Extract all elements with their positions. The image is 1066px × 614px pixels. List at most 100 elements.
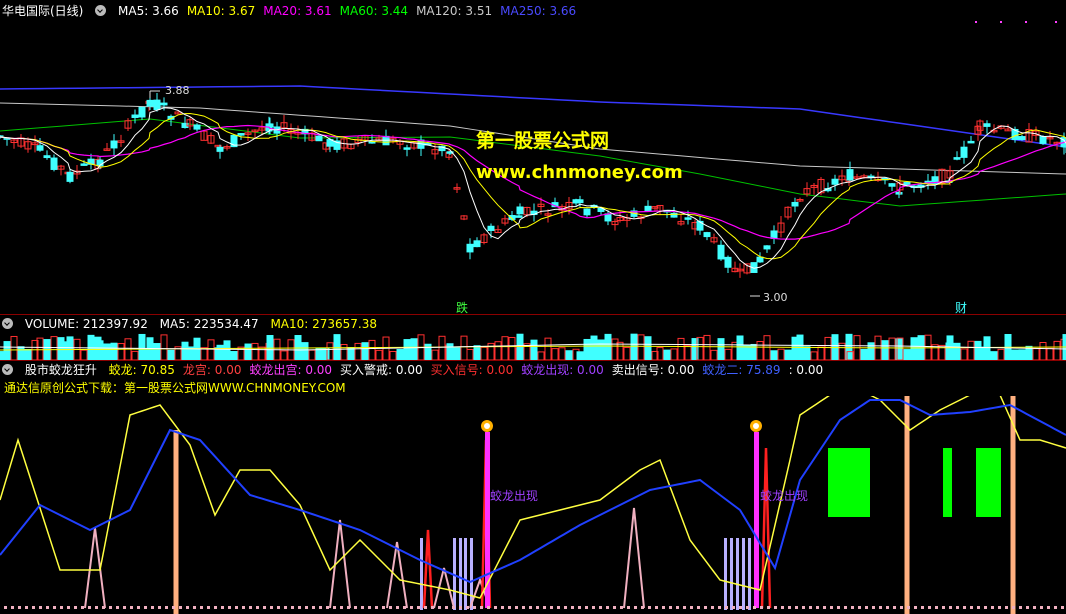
indicator-legend-item: 蛟龙出宫: 0.00 xyxy=(249,363,333,377)
volume-bar xyxy=(990,351,998,360)
candle-body xyxy=(1039,136,1047,144)
candle-body xyxy=(515,215,523,218)
volume-bar xyxy=(258,346,266,360)
volume-bar xyxy=(153,343,161,360)
volume-bar xyxy=(910,337,918,360)
candle-body xyxy=(717,244,725,260)
baseline-dot xyxy=(935,606,938,609)
indicator-chart[interactable] xyxy=(0,396,1066,614)
watermark-url: www.chnmoney.com xyxy=(476,162,683,183)
baseline-dot xyxy=(998,606,1001,609)
baseline-dot xyxy=(221,606,224,609)
baseline-dot xyxy=(102,606,105,609)
volume-bar xyxy=(10,335,18,360)
baseline-dot xyxy=(445,606,448,609)
money-bag-icon-center xyxy=(753,423,759,429)
baseline-dot xyxy=(788,606,791,609)
candle-body xyxy=(138,106,146,118)
money-bag-icon-center xyxy=(484,423,490,429)
separator-1 xyxy=(0,314,1066,315)
volume-bar xyxy=(0,351,4,360)
baseline-dot xyxy=(767,606,770,609)
baseline-dot xyxy=(109,606,112,609)
indicator-legend-item: 蛟龙: 70.85 xyxy=(108,363,175,377)
baseline-dot xyxy=(130,606,133,609)
baseline-dot xyxy=(207,606,210,609)
candle-body xyxy=(583,208,591,216)
volume-bar xyxy=(1018,349,1026,360)
volume-menu-icon[interactable] xyxy=(2,318,13,329)
baseline-dot xyxy=(963,606,966,609)
baseline-dot xyxy=(235,606,238,609)
volume-bar xyxy=(308,349,316,360)
baseline-dot xyxy=(977,606,980,609)
baseline-dot xyxy=(270,606,273,609)
low-price-marker: 3.00 xyxy=(763,291,788,304)
volume-bar xyxy=(57,337,65,360)
candle-body xyxy=(770,230,778,239)
baseline-dot xyxy=(641,606,644,609)
baseline-dot xyxy=(459,606,462,609)
candle-body xyxy=(983,123,991,127)
baseline-dot xyxy=(536,606,539,609)
volume-bar xyxy=(583,338,591,360)
volume-bar xyxy=(480,346,488,360)
dragon-appear-label-2: 蛟龙出现 xyxy=(760,489,809,503)
volume-bar xyxy=(473,345,481,360)
volume-bar xyxy=(684,345,692,360)
volume-bar xyxy=(24,348,32,360)
volume-bar xyxy=(604,333,612,360)
indicator-panel-header: 股市蛟龙狂升 蛟龙: 70.85 龙宫: 0.00 蛟龙出宫: 0.00 买入警戒: … xyxy=(2,362,839,378)
dragon-palace-block xyxy=(976,448,1001,517)
volume-bar xyxy=(710,349,718,360)
candle-body xyxy=(466,243,474,253)
volume-bar xyxy=(576,351,584,360)
indicator-menu-icon[interactable] xyxy=(2,364,13,375)
baseline-dot xyxy=(683,606,686,609)
baseline-dot xyxy=(32,606,35,609)
baseline-dot xyxy=(515,606,518,609)
baseline-dot xyxy=(781,606,784,609)
baseline-dot xyxy=(760,606,763,609)
baseline-dot xyxy=(144,606,147,609)
baseline-dot xyxy=(900,606,903,609)
volume-bar xyxy=(223,340,231,360)
buy-signal-spike xyxy=(760,447,772,609)
volume-bar xyxy=(410,338,418,360)
indicator-name: 股市蛟龙狂升 xyxy=(24,363,97,377)
baseline-dot xyxy=(137,606,140,609)
candle-body xyxy=(516,206,524,215)
baseline-dot xyxy=(711,606,714,609)
baseline-dot xyxy=(550,606,553,609)
volume-bar xyxy=(424,343,432,360)
candle-body xyxy=(576,199,584,204)
candle-body xyxy=(43,155,51,159)
volume-bar xyxy=(446,343,454,360)
volume-bar xyxy=(207,339,215,360)
volume-chart[interactable] xyxy=(0,330,1066,360)
volume-bar xyxy=(663,349,671,360)
baseline-dot xyxy=(844,606,847,609)
baseline-dot xyxy=(648,606,651,609)
baseline-dot xyxy=(67,606,70,609)
baseline-dot xyxy=(1026,606,1029,609)
baseline-dot xyxy=(627,606,630,609)
baseline-dot xyxy=(46,606,49,609)
volume-bar xyxy=(501,336,509,360)
volume-bar xyxy=(967,340,975,360)
volume-bar xyxy=(160,334,168,360)
panel-menu-icon[interactable] xyxy=(95,5,107,16)
volume-bar xyxy=(396,349,404,360)
baseline-dot xyxy=(872,606,875,609)
dragon-palace-block xyxy=(943,448,952,517)
volume-bar xyxy=(438,335,446,360)
volume-bar xyxy=(17,346,25,360)
baseline-dot xyxy=(165,606,168,609)
baseline-dot xyxy=(186,606,189,609)
volume-bar xyxy=(763,335,771,360)
volume-bar xyxy=(670,348,678,360)
volume-bar xyxy=(131,350,139,360)
baseline-dot xyxy=(347,606,350,609)
volume-bar xyxy=(460,335,468,360)
volume-bar xyxy=(508,336,516,360)
